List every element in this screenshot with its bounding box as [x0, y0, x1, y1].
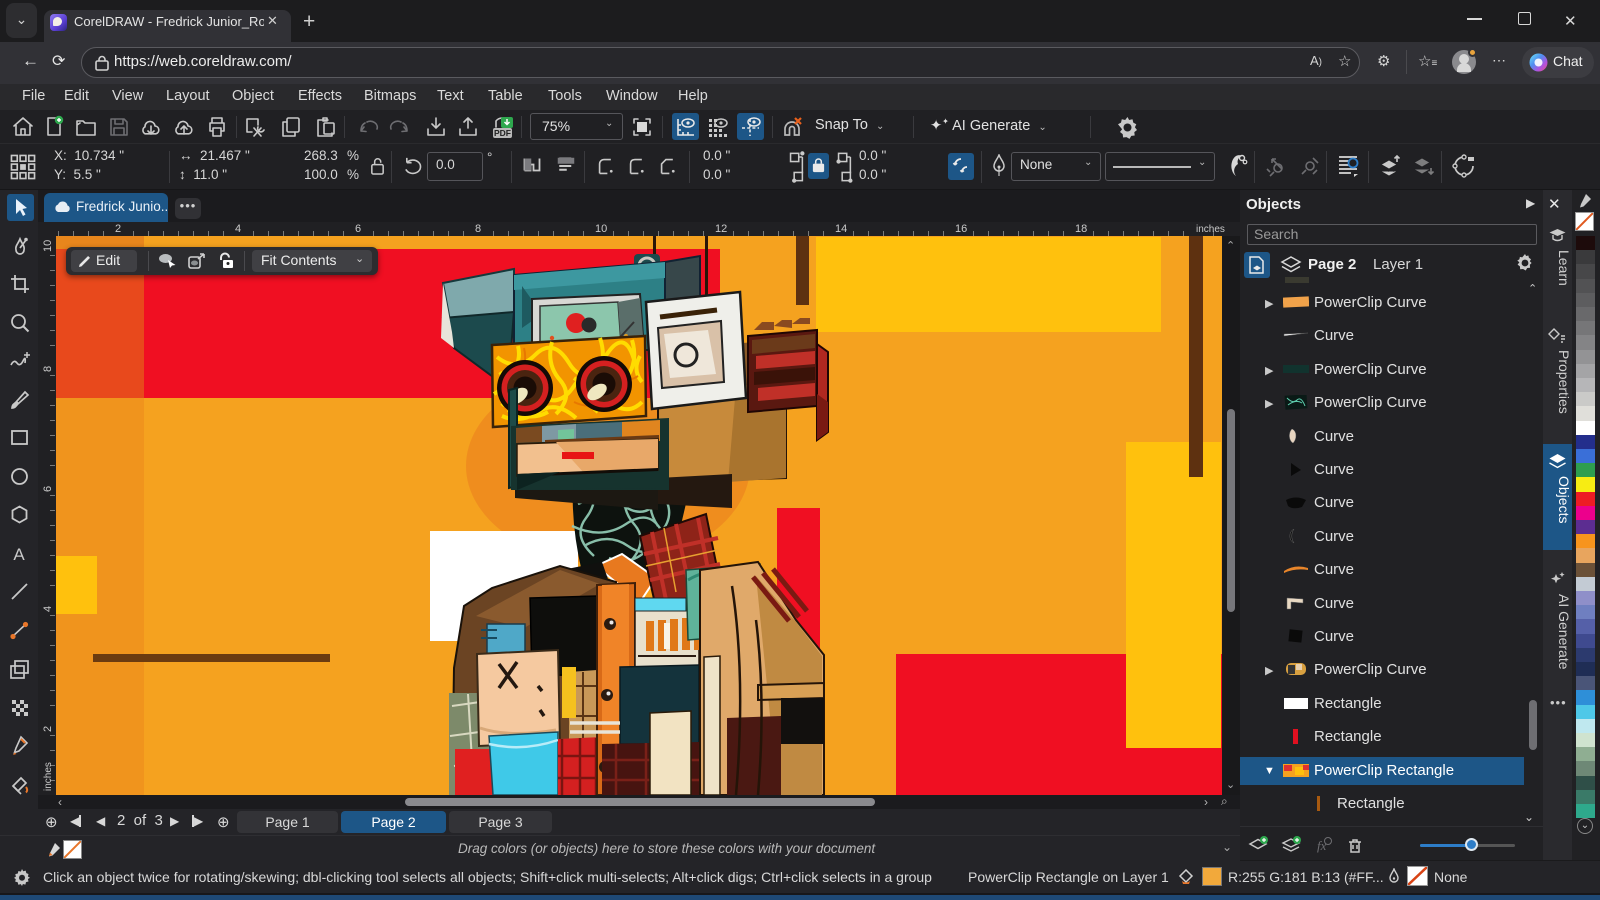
- svg-text:inches: inches: [1196, 224, 1225, 235]
- svg-text:18: 18: [1075, 223, 1087, 235]
- svg-text:PDF: PDF: [494, 128, 511, 138]
- svg-text:16: 16: [955, 223, 967, 235]
- svg-text:10: 10: [42, 240, 54, 252]
- svg-text:8: 8: [42, 366, 54, 372]
- svg-text:2: 2: [42, 726, 54, 732]
- svg-text:fx: fx: [1317, 838, 1327, 853]
- svg-text:10: 10: [595, 223, 607, 235]
- svg-text:4: 4: [235, 223, 241, 235]
- svg-text:6: 6: [42, 486, 54, 492]
- svg-text:8: 8: [475, 223, 481, 235]
- svg-text:inches: inches: [43, 762, 54, 791]
- svg-text:A: A: [13, 545, 25, 564]
- svg-text:14: 14: [835, 223, 847, 235]
- svg-text:12: 12: [715, 223, 727, 235]
- svg-text:6: 6: [355, 223, 361, 235]
- svg-text:4: 4: [42, 606, 54, 612]
- svg-text:2: 2: [115, 223, 121, 235]
